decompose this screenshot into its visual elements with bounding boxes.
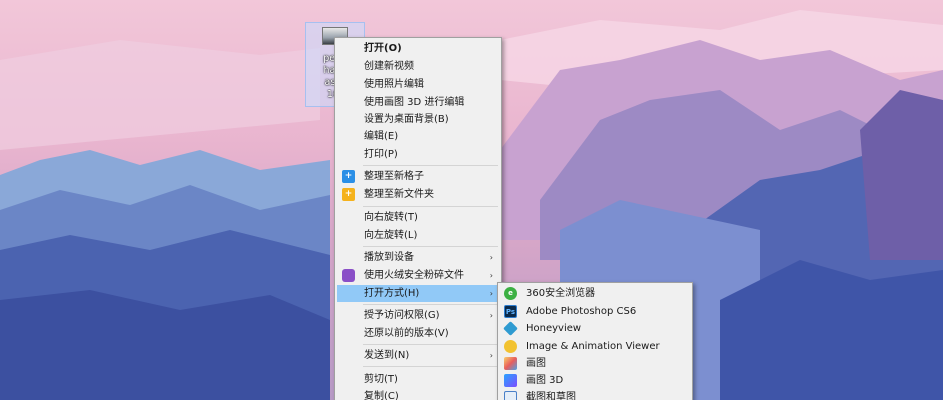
menu-separator xyxy=(363,206,498,207)
chevron-right-icon: › xyxy=(489,311,493,320)
360-browser-icon: e xyxy=(504,287,517,300)
open-with-photoshop[interactable]: Ps Adobe Photoshop CS6 xyxy=(500,303,690,320)
image-viewer-icon xyxy=(504,340,517,353)
snip-sketch-icon xyxy=(504,391,517,400)
open-with-submenu: e 360安全浏览器 Ps Adobe Photoshop CS6 Honeyv… xyxy=(497,282,693,400)
chevron-right-icon: › xyxy=(489,351,493,360)
menu-item-create-video[interactable]: 创建新视频 xyxy=(337,58,499,75)
open-with-360-browser[interactable]: e 360安全浏览器 xyxy=(500,285,690,302)
menu-item-open-with[interactable]: 打开方式(H) › xyxy=(337,285,499,302)
menu-item-restore-previous-versions[interactable]: 还原以前的版本(V) xyxy=(337,325,499,342)
menu-item-edit-with-photos[interactable]: 使用照片编辑 xyxy=(337,76,499,93)
paint-3d-icon xyxy=(504,374,517,387)
menu-item-cut[interactable]: 剪切(T) xyxy=(337,371,499,388)
chevron-right-icon: › xyxy=(489,271,493,280)
menu-separator xyxy=(363,304,498,305)
menu-item-rotate-right[interactable]: 向右旋转(T) xyxy=(337,209,499,226)
menu-item-cast-to-device[interactable]: 播放到设备 › xyxy=(337,249,499,266)
grid-add-icon: + xyxy=(342,170,355,183)
menu-item-huorong-shred[interactable]: 使用火绒安全粉碎文件 › xyxy=(337,267,499,284)
menu-item-copy[interactable]: 复制(C) xyxy=(337,388,499,400)
menu-separator xyxy=(363,246,498,247)
chevron-right-icon: › xyxy=(489,253,493,262)
menu-item-give-access[interactable]: 授予访问权限(G) › xyxy=(337,307,499,324)
menu-item-print[interactable]: 打印(P) xyxy=(337,146,499,163)
open-with-paint-3d[interactable]: 画图 3D xyxy=(500,372,690,389)
menu-item-set-desktop-background[interactable]: 设置为桌面背景(B) xyxy=(337,111,499,128)
menu-item-edit-with-paint3d[interactable]: 使用画图 3D 进行编辑 xyxy=(337,94,499,111)
menu-item-rotate-left[interactable]: 向左旋转(L) xyxy=(337,227,499,244)
honeyview-icon xyxy=(503,321,518,336)
menu-item-edit[interactable]: 编辑(E) xyxy=(337,128,499,145)
paint-icon xyxy=(504,357,517,370)
chevron-right-icon: › xyxy=(489,289,493,298)
huorong-shredder-icon xyxy=(342,269,355,282)
folder-add-icon: + xyxy=(342,188,355,201)
photoshop-icon: Ps xyxy=(504,305,517,318)
open-with-honeyview[interactable]: Honeyview xyxy=(500,320,690,337)
menu-item-organize-folder[interactable]: + 整理至新文件夹 xyxy=(337,186,499,203)
open-with-paint[interactable]: 画图 xyxy=(500,355,690,372)
menu-item-organize-grid[interactable]: + 整理至新格子 xyxy=(337,168,499,185)
open-with-image-animation-viewer[interactable]: Image & Animation Viewer xyxy=(500,338,690,355)
menu-item-send-to[interactable]: 发送到(N) › xyxy=(337,347,499,364)
open-with-snip-sketch[interactable]: 截图和草图 xyxy=(500,389,690,400)
menu-separator xyxy=(363,366,498,367)
menu-separator xyxy=(363,344,498,345)
menu-separator xyxy=(363,165,498,166)
context-menu: 打开(O) 创建新视频 使用照片编辑 使用画图 3D 进行编辑 设置为桌面背景(… xyxy=(334,37,502,400)
menu-item-open[interactable]: 打开(O) xyxy=(337,40,499,57)
